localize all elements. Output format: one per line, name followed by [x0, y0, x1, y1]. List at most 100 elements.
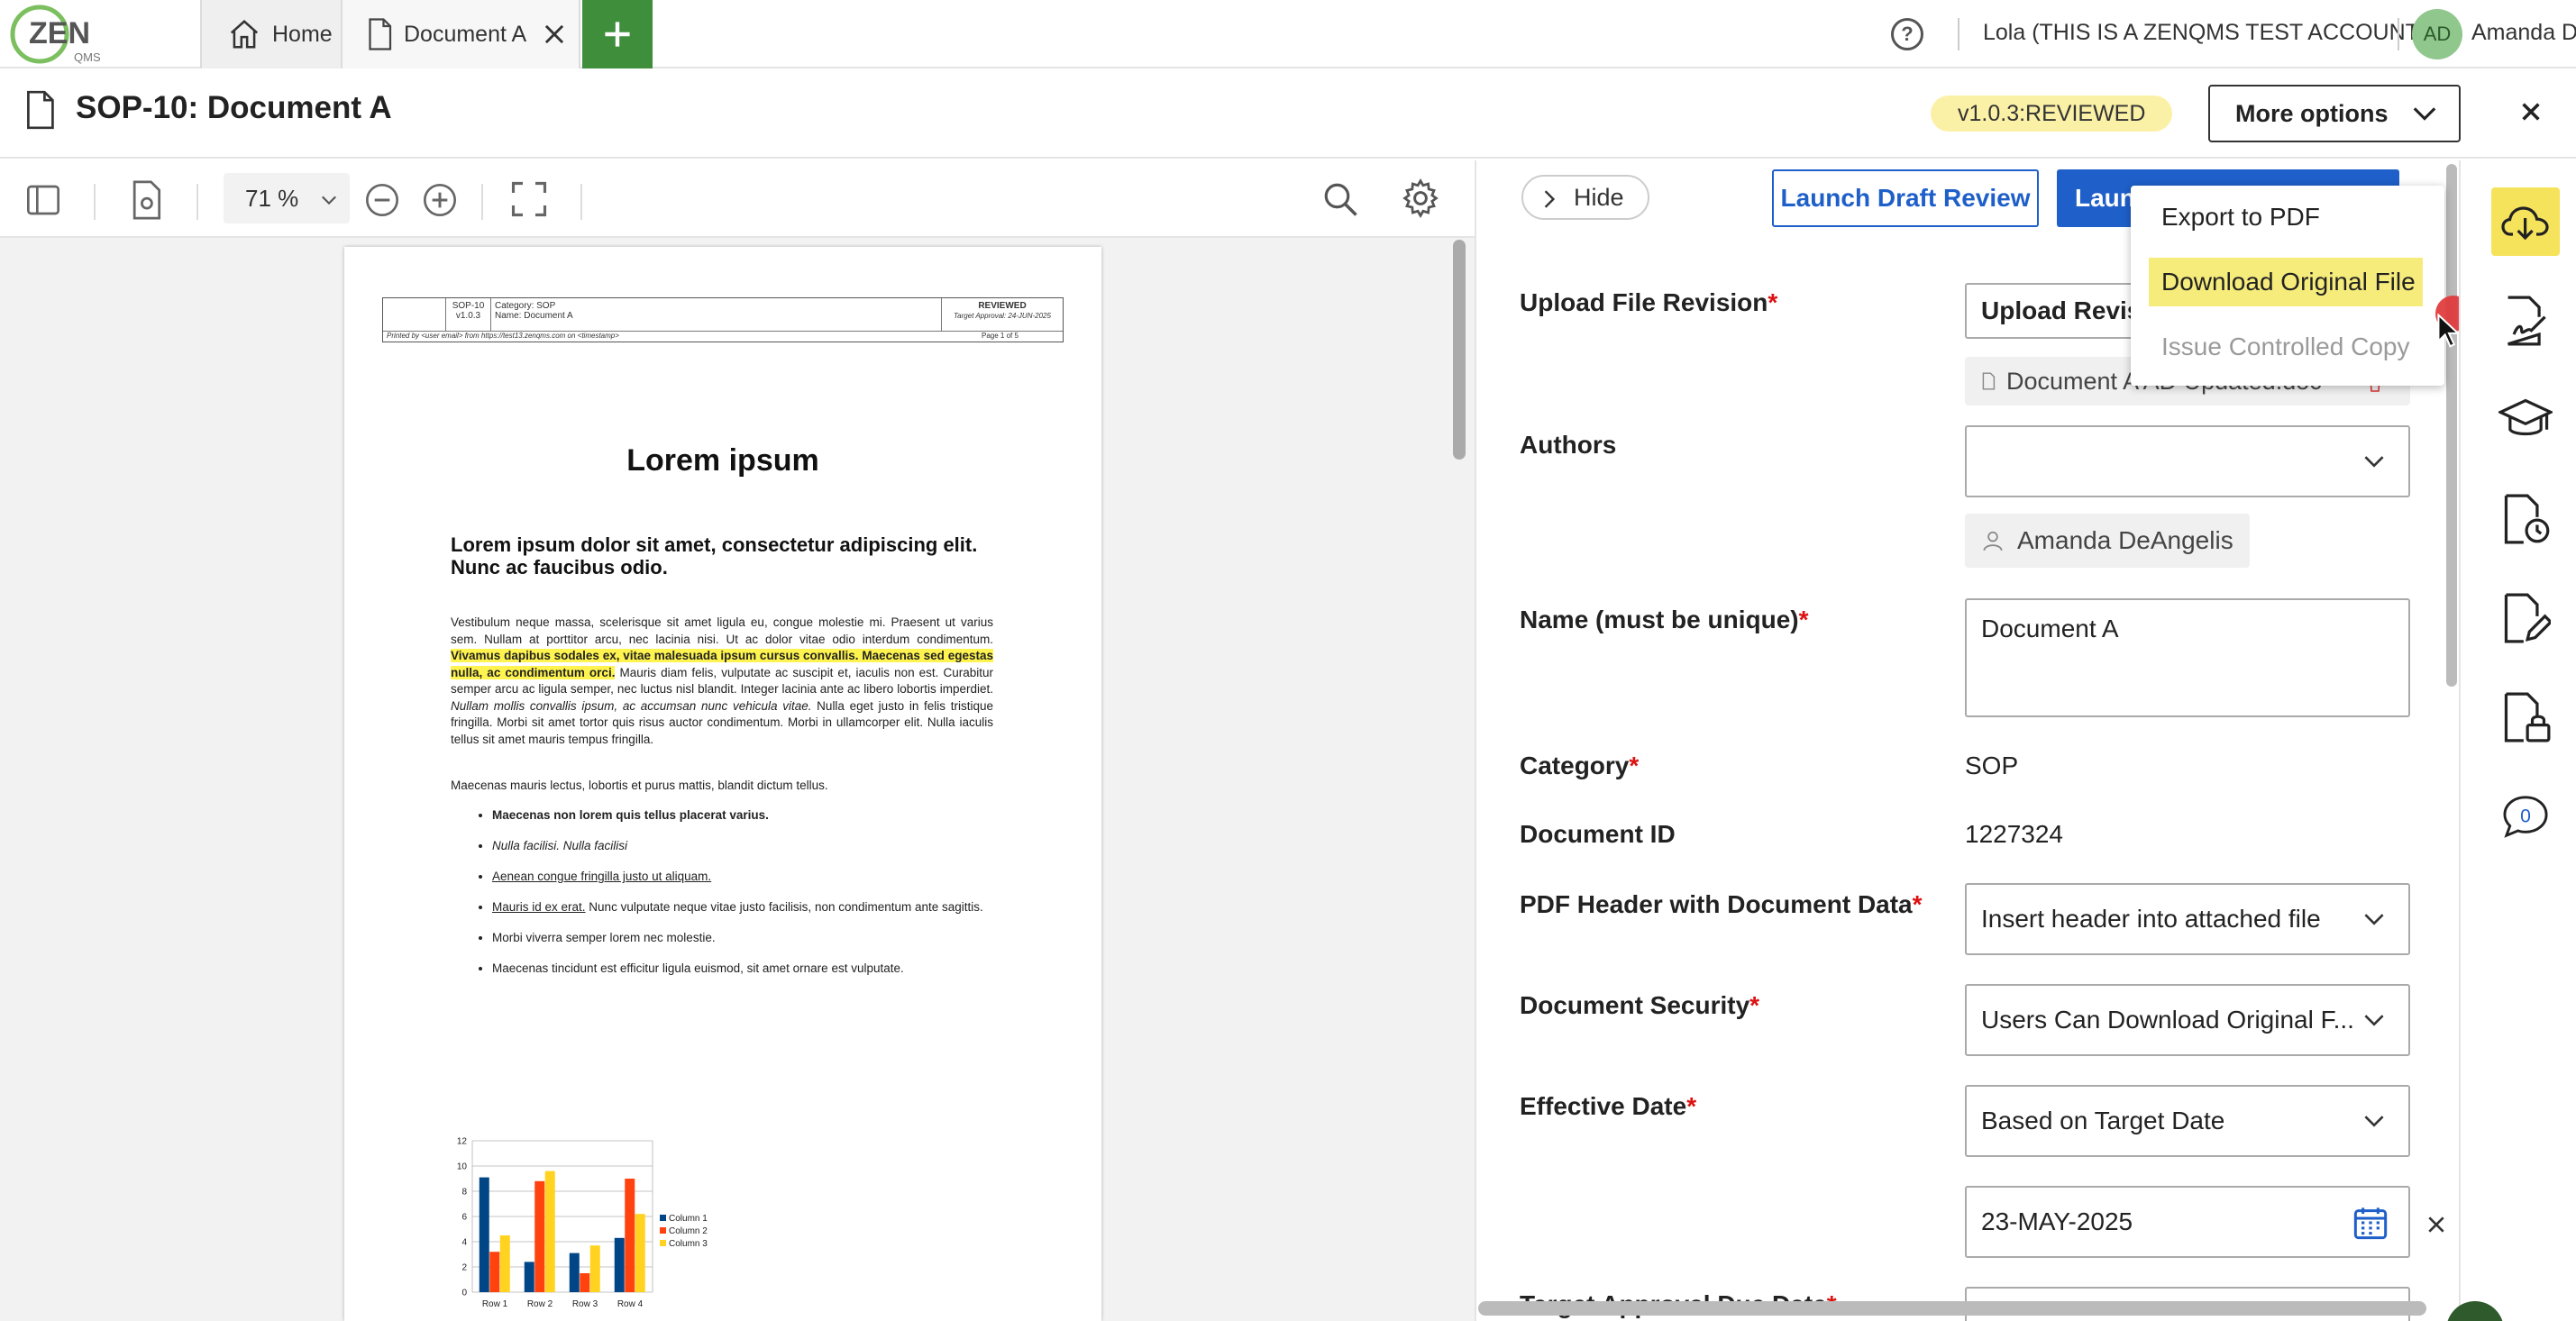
list-item: Maecenas non lorem quis tellus placerat … — [492, 807, 997, 824]
effective-date-select[interactable]: Based on Target Date — [1965, 1085, 2410, 1157]
document-security-select[interactable]: Users Can Download Original F... — [1965, 984, 2410, 1056]
toolbar-divider — [481, 184, 483, 220]
tab-document[interactable]: Document A — [343, 0, 580, 68]
chart-y-tick-label: 12 — [457, 1137, 468, 1147]
document-icon — [369, 18, 392, 50]
chart-bar — [589, 1245, 600, 1292]
chart-bar — [614, 1237, 625, 1292]
zenqms-logo[interactable]: ZEN QMS — [9, 4, 117, 65]
chevron-right-icon — [1544, 190, 1556, 208]
required-marker: * — [1798, 606, 1809, 633]
author-name: Amanda DeAngelis — [2017, 526, 2233, 554]
fullscreen-icon[interactable] — [510, 180, 548, 218]
effective-date-label: Effective Date* — [1520, 1092, 1696, 1121]
chart-bar — [580, 1273, 590, 1292]
page-settings-icon[interactable] — [128, 180, 164, 220]
header-category: Category: SOP — [495, 301, 556, 311]
history-button[interactable] — [2491, 485, 2560, 553]
document-lock-icon — [2504, 692, 2551, 742]
zoom-in-icon[interactable] — [422, 182, 458, 218]
chart-y-tick-label: 0 — [461, 1289, 467, 1298]
pdf-header-value: Insert header into attached file — [1981, 905, 2321, 933]
chart-bar — [625, 1179, 635, 1292]
hide-button[interactable]: Hide — [1521, 175, 1649, 220]
mouse-cursor-icon — [2437, 314, 2461, 348]
graduation-cap-icon — [2498, 398, 2553, 436]
panel-scrollbar[interactable] — [2446, 164, 2457, 687]
list-item: Nulla facilisi. Nulla facilisi — [492, 838, 997, 854]
download-cloud-button[interactable] — [2491, 187, 2560, 256]
chevron-down-icon — [322, 196, 336, 205]
list-item: Maecenas tincidunt est efficitur ligula … — [492, 961, 997, 977]
zoom-out-icon[interactable] — [364, 182, 400, 218]
hide-label: Hide — [1574, 183, 1624, 211]
chart-legend-label: Column 1 — [669, 1214, 708, 1224]
document-viewer[interactable]: SOP-10 v1.0.3 Category: SOP Name: Docume… — [0, 238, 1475, 1321]
author-chip[interactable]: Amanda DeAngelis — [1965, 514, 2250, 568]
chart-bar — [524, 1262, 534, 1292]
panel-horizontal-scrollbar[interactable] — [1478, 1301, 2426, 1316]
header-blank-cell — [383, 298, 446, 331]
name-label: Name (must be unique)* — [1520, 606, 1809, 634]
avatar[interactable]: AD — [2412, 9, 2462, 59]
calendar-icon[interactable] — [2352, 1204, 2389, 1242]
tab-home[interactable]: Home — [200, 0, 343, 68]
required-marker: * — [1629, 752, 1640, 779]
date-input[interactable]: 23-MAY-2025 — [1965, 1186, 2410, 1258]
help-icon[interactable]: ? — [1891, 18, 1923, 50]
launch-draft-review-button[interactable]: Launch Draft Review — [1772, 169, 2039, 227]
issue-controlled-copy-item[interactable]: Issue Controlled Copy — [2131, 323, 2444, 371]
sidebar-toggle-icon[interactable] — [25, 182, 61, 218]
account-name[interactable]: Lola (THIS IS A ZENQMS TEST ACCOUNT) — [1983, 20, 2426, 46]
chart-bar — [489, 1252, 500, 1292]
authors-select[interactable] — [1965, 425, 2410, 497]
chart-legend-swatch — [660, 1240, 666, 1246]
required-marker: * — [1768, 288, 1778, 316]
edit-document-button[interactable] — [2491, 584, 2560, 652]
more-options-button[interactable]: More options — [2208, 85, 2461, 142]
plus-icon — [605, 22, 630, 47]
close-tab-icon[interactable] — [543, 23, 566, 46]
user-name[interactable]: Amanda D — [2471, 20, 2576, 46]
download-original-file-item[interactable]: Download Original File — [2149, 258, 2423, 306]
signature-button[interactable] — [2491, 287, 2560, 355]
more-options-label: More options — [2235, 99, 2389, 127]
chart-bar — [544, 1171, 555, 1292]
header-code: SOP-10 — [452, 301, 485, 311]
chart-bar — [479, 1177, 489, 1292]
close-document-icon[interactable] — [2520, 96, 2542, 131]
security-button[interactable] — [2491, 683, 2560, 752]
chart-bar — [534, 1180, 545, 1292]
underlined-text: Mauris id ex erat. — [492, 900, 586, 914]
header-code-cell: SOP-10 v1.0.3 — [446, 298, 491, 331]
training-button[interactable] — [2491, 386, 2560, 454]
gear-icon[interactable] — [1401, 178, 1440, 218]
zoom-select[interactable]: 71 % — [224, 173, 350, 223]
nav-divider — [1958, 18, 1959, 50]
upload-file-label: Upload File Revision* — [1520, 288, 1777, 317]
header-name: Name: Document A — [495, 311, 573, 321]
required-marker: * — [1749, 991, 1760, 1019]
date-value: 23-MAY-2025 — [1981, 1207, 2133, 1235]
paragraph-text: Vestibulum neque massa, scelerisque sit … — [451, 615, 993, 646]
header-version: v1.0.3 — [455, 311, 481, 321]
name-field[interactable]: Document A — [1965, 598, 2410, 717]
label-text: Upload File Revision — [1520, 288, 1768, 316]
chart-x-tick-label: Row 1 — [482, 1299, 508, 1309]
export-to-pdf-item[interactable]: Export to PDF — [2131, 193, 2444, 241]
chart-x-tick-label: Row 2 — [527, 1299, 553, 1309]
toolbar-divider — [94, 184, 96, 220]
tab-home-label: Home — [272, 21, 333, 47]
search-icon[interactable] — [1321, 180, 1359, 218]
comments-button[interactable]: 0 — [2491, 782, 2560, 851]
pdf-header-label: PDF Header with Document Data* — [1520, 890, 1923, 919]
chart-y-tick-label: 6 — [461, 1213, 467, 1223]
header-printed: Printed by <user email> from https://tes… — [387, 332, 619, 340]
add-tab-button[interactable] — [582, 0, 653, 68]
clear-date-icon[interactable] — [2426, 1215, 2446, 1234]
viewer-scrollbar[interactable] — [1453, 240, 1466, 460]
nav-divider — [2398, 18, 2399, 50]
pdf-header-select[interactable]: Insert header into attached file — [1965, 883, 2410, 955]
list-item-text: Nunc vulputate neque vitae justo facilis… — [585, 900, 983, 914]
version-status-badge: v1.0.3:REVIEWED — [1931, 96, 2173, 132]
